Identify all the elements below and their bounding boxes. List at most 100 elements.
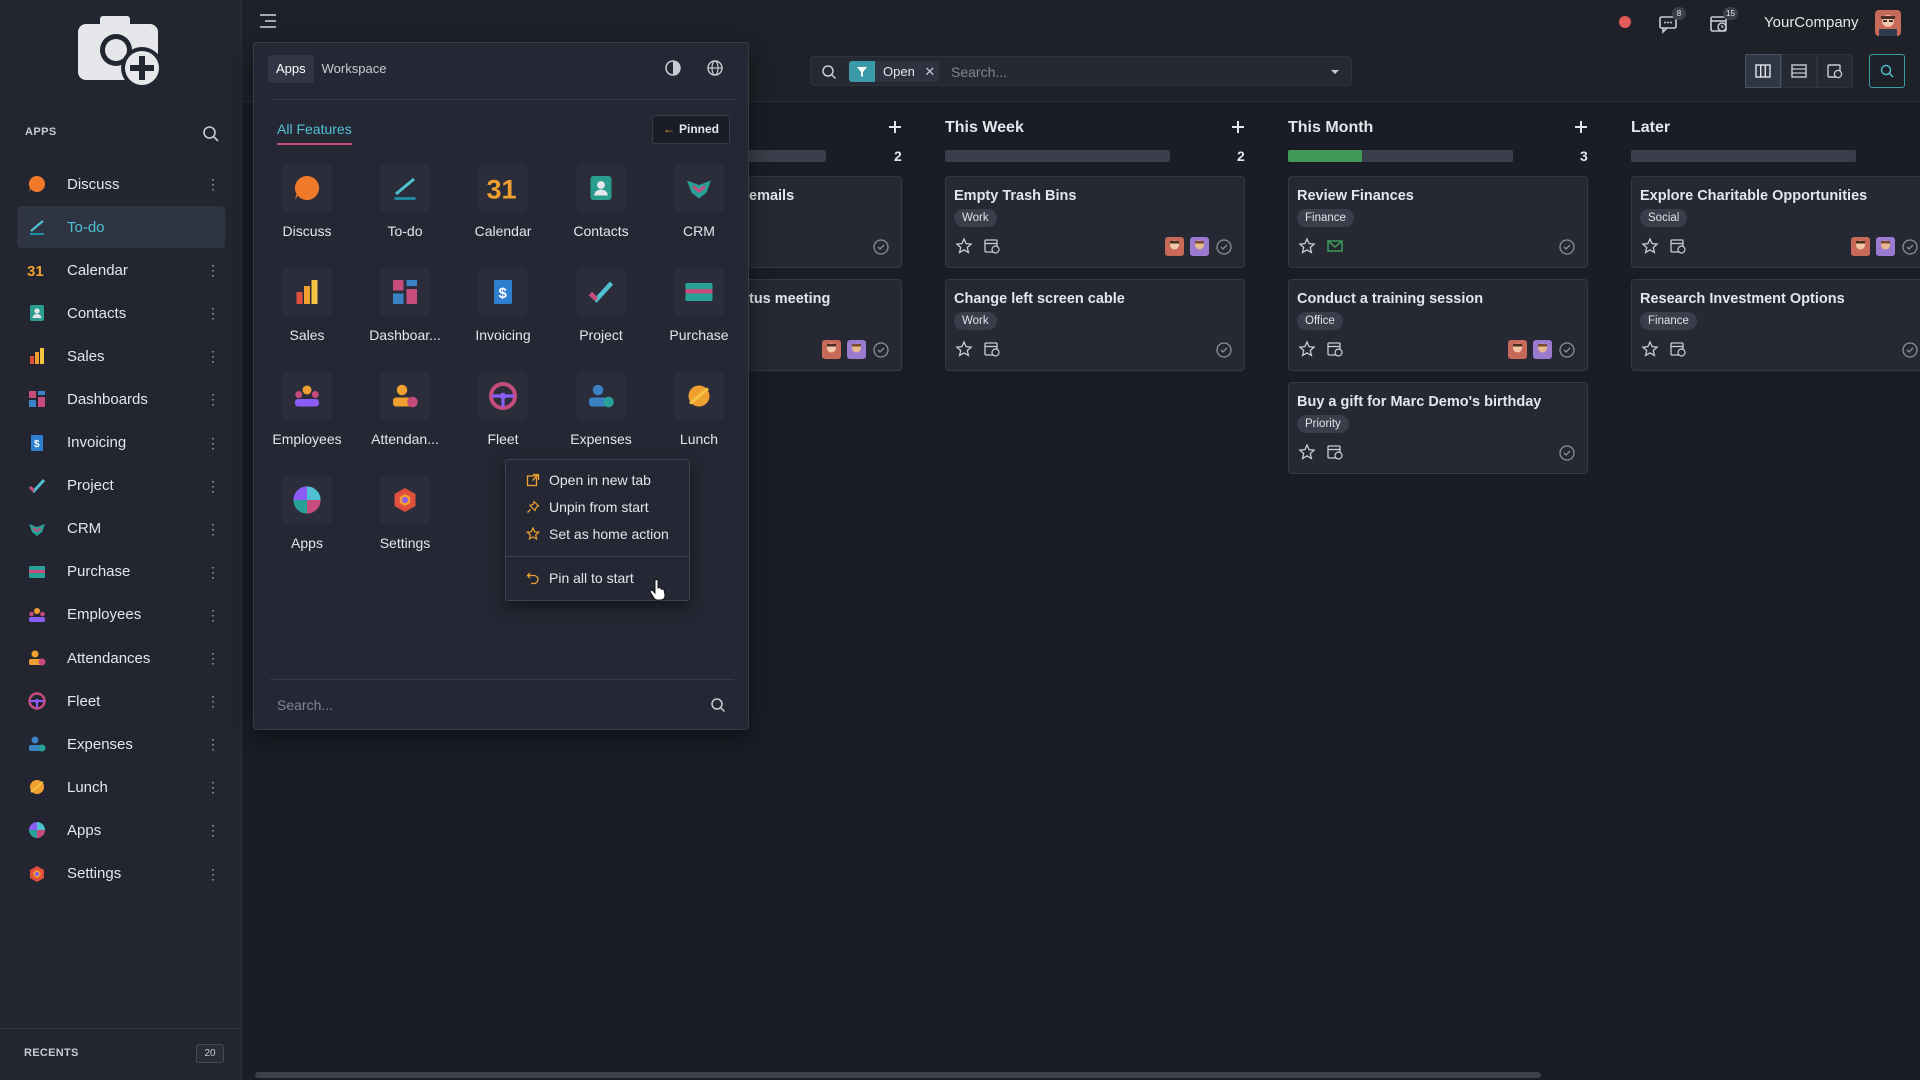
star-icon[interactable] [1641, 237, 1659, 255]
app-tile-calendar[interactable]: 31 Calendar [460, 163, 546, 255]
sidebar-item-dashboards[interactable]: Dashboards ⋮ [17, 378, 225, 420]
mark-done-icon[interactable] [1559, 239, 1575, 255]
kanban-card[interactable]: Conduct a training session Office [1288, 279, 1588, 371]
sidebar-item-contacts[interactable]: Contacts ⋮ [17, 292, 225, 334]
sidebar-item-fleet[interactable]: Fleet ⋮ [17, 680, 225, 722]
sidebar-item-apps[interactable]: Apps ⋮ [17, 809, 225, 851]
tab-apps[interactable]: Apps [268, 55, 314, 83]
activity-view-button[interactable] [1817, 54, 1853, 88]
search-input[interactable] [951, 61, 1311, 83]
sidebar-item-invoicing[interactable]: $ Invoicing ⋮ [17, 422, 225, 464]
sidebar-item-project[interactable]: Project ⋮ [17, 465, 225, 507]
company-logo-upload[interactable] [76, 12, 166, 90]
kanban-card[interactable]: Research Investment Options Finance [1631, 279, 1920, 371]
activity-clock-icon[interactable] [983, 237, 1001, 255]
star-icon[interactable] [1298, 237, 1316, 255]
star-icon[interactable] [1641, 340, 1659, 358]
recents-count-badge[interactable]: 20 [196, 1044, 224, 1063]
list-view-button[interactable] [1781, 54, 1817, 88]
mark-done-icon[interactable] [1559, 445, 1575, 461]
email-icon[interactable] [1326, 237, 1344, 255]
search-panel-toggle-button[interactable] [1869, 54, 1905, 88]
mark-done-icon[interactable] [1902, 239, 1918, 255]
pinned-button[interactable]: ← Pinned [652, 115, 731, 144]
more-options-icon[interactable]: ⋮ [206, 694, 220, 708]
filter-facet[interactable]: Open ✕ [849, 61, 939, 82]
star-icon[interactable] [955, 237, 973, 255]
kanban-view-button[interactable] [1745, 54, 1781, 88]
more-options-icon[interactable]: ⋮ [206, 306, 220, 320]
more-options-icon[interactable]: ⋮ [206, 608, 220, 622]
add-card-icon[interactable] [1231, 120, 1245, 134]
column-title[interactable]: This Month [1288, 119, 1373, 137]
app-tile-employees[interactable]: Employees [264, 371, 350, 463]
sidebar-item-todo[interactable]: To-do [17, 206, 225, 249]
sidebar-item-sales[interactable]: Sales ⋮ [17, 335, 225, 377]
app-tile-project[interactable]: Project [558, 267, 644, 359]
app-tile-contacts[interactable]: Contacts [558, 163, 644, 255]
app-tile-crm[interactable]: CRM [656, 163, 742, 255]
company-switcher[interactable]: YourCompany [1764, 14, 1859, 31]
column-title[interactable]: This Week [945, 119, 1024, 137]
activity-clock-icon[interactable] [1669, 340, 1687, 358]
more-options-icon[interactable]: ⋮ [206, 867, 220, 881]
app-tile-todo[interactable]: To-do [362, 163, 448, 255]
globe-icon[interactable] [706, 59, 724, 77]
recording-indicator[interactable] [1619, 16, 1631, 28]
set-as-home-action-menu-item[interactable]: Set as home action [506, 521, 689, 547]
mark-done-icon[interactable] [1216, 342, 1232, 358]
search-icon[interactable] [710, 697, 726, 713]
more-options-icon[interactable]: ⋮ [206, 565, 220, 579]
app-tile-expenses[interactable]: Expenses [558, 371, 644, 463]
activity-clock-icon[interactable] [1326, 443, 1344, 461]
more-options-icon[interactable]: ⋮ [206, 177, 220, 191]
sidebar-item-settings[interactable]: Settings ⋮ [17, 853, 225, 895]
sidebar-item-calendar[interactable]: 31 Calendar ⋮ [17, 249, 225, 291]
activity-clock-icon[interactable] [983, 340, 1001, 358]
star-icon[interactable] [955, 340, 973, 358]
mark-done-icon[interactable] [1216, 239, 1232, 255]
kanban-card[interactable]: Empty Trash Bins Work [945, 176, 1245, 268]
sidebar-item-lunch[interactable]: Lunch ⋮ [17, 766, 225, 808]
mark-done-icon[interactable] [1902, 342, 1918, 358]
more-options-icon[interactable]: ⋮ [206, 436, 220, 450]
horizontal-scrollbar[interactable] [255, 1072, 1541, 1078]
theme-toggle-icon[interactable] [664, 59, 682, 77]
more-options-icon[interactable]: ⋮ [206, 780, 220, 794]
app-tile-attendances[interactable]: Attendan... [362, 371, 448, 463]
mark-done-icon[interactable] [873, 239, 889, 255]
column-title[interactable]: Later [1631, 119, 1670, 137]
app-tile-fleet[interactable]: Fleet [460, 371, 546, 463]
kanban-card[interactable]: Review Finances Finance [1288, 176, 1588, 268]
mark-done-icon[interactable] [1559, 342, 1575, 358]
user-avatar[interactable] [1875, 10, 1901, 36]
more-options-icon[interactable]: ⋮ [206, 349, 220, 363]
app-tile-sales[interactable]: Sales [264, 267, 350, 359]
tab-workspace[interactable]: Workspace [314, 55, 395, 83]
mark-done-icon[interactable] [873, 342, 889, 358]
app-tile-settings[interactable]: Settings [362, 475, 448, 567]
app-tile-apps[interactable]: Apps [264, 475, 350, 567]
kanban-card[interactable]: Buy a gift for Marc Demo's birthday Prio… [1288, 382, 1588, 474]
app-tile-purchase[interactable]: Purchase [656, 267, 742, 359]
more-options-icon[interactable]: ⋮ [206, 737, 220, 751]
star-icon[interactable] [1298, 340, 1316, 358]
open-in-new-tab-menu-item[interactable]: Open in new tab [506, 467, 689, 493]
app-tile-invoicing[interactable]: $ Invoicing [460, 267, 546, 359]
activity-clock-icon[interactable] [1669, 237, 1687, 255]
search-icon[interactable] [821, 64, 837, 80]
search-icon[interactable] [201, 124, 221, 144]
app-tile-discuss[interactable]: Discuss [264, 163, 350, 255]
menu-toggle-icon[interactable] [260, 14, 276, 28]
app-tile-lunch[interactable]: Lunch [656, 371, 742, 463]
all-features-filter[interactable]: All Features [277, 121, 352, 145]
kanban-card[interactable]: Explore Charitable Opportunities Social [1631, 176, 1920, 268]
sidebar-item-purchase[interactable]: Purchase ⋮ [17, 551, 225, 593]
unpin-from-start-menu-item[interactable]: Unpin from start [506, 494, 689, 520]
kanban-card[interactable]: Change left screen cable Work [945, 279, 1245, 371]
close-icon[interactable]: ✕ [920, 61, 939, 82]
star-icon[interactable] [1298, 443, 1316, 461]
sidebar-item-employees[interactable]: Employees ⋮ [17, 594, 225, 636]
more-options-icon[interactable]: ⋮ [206, 651, 220, 665]
sidebar-item-attendances[interactable]: Attendances ⋮ [17, 637, 225, 679]
